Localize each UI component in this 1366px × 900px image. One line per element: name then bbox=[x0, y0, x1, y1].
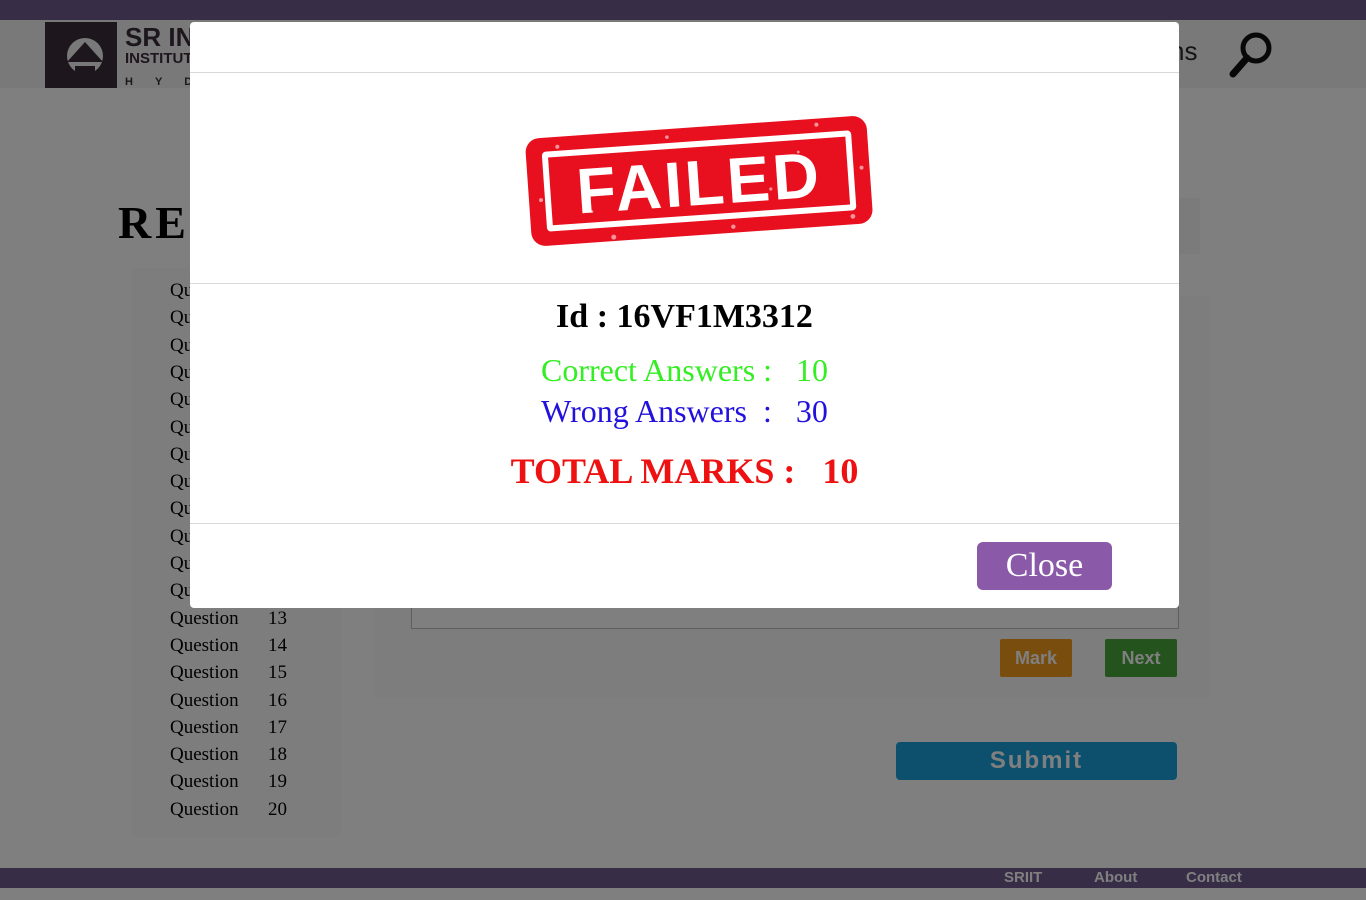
result-modal: FAILED Id : 16VF1M3312 Correct Answers :… bbox=[190, 22, 1179, 608]
modal-header bbox=[190, 22, 1179, 73]
wrong-answers: Wrong Answers : 30 bbox=[541, 393, 828, 429]
total-marks: TOTAL MARKS : 10 bbox=[510, 451, 859, 491]
modal-result-image: FAILED bbox=[190, 73, 1179, 284]
result-id: Id : 16VF1M3312 bbox=[556, 298, 813, 335]
close-button[interactable]: Close bbox=[977, 542, 1112, 590]
modal-footer-divider bbox=[190, 523, 1179, 524]
correct-answers: Correct Answers : 10 bbox=[540, 352, 829, 388]
failed-stamp: FAILED bbox=[525, 116, 873, 246]
